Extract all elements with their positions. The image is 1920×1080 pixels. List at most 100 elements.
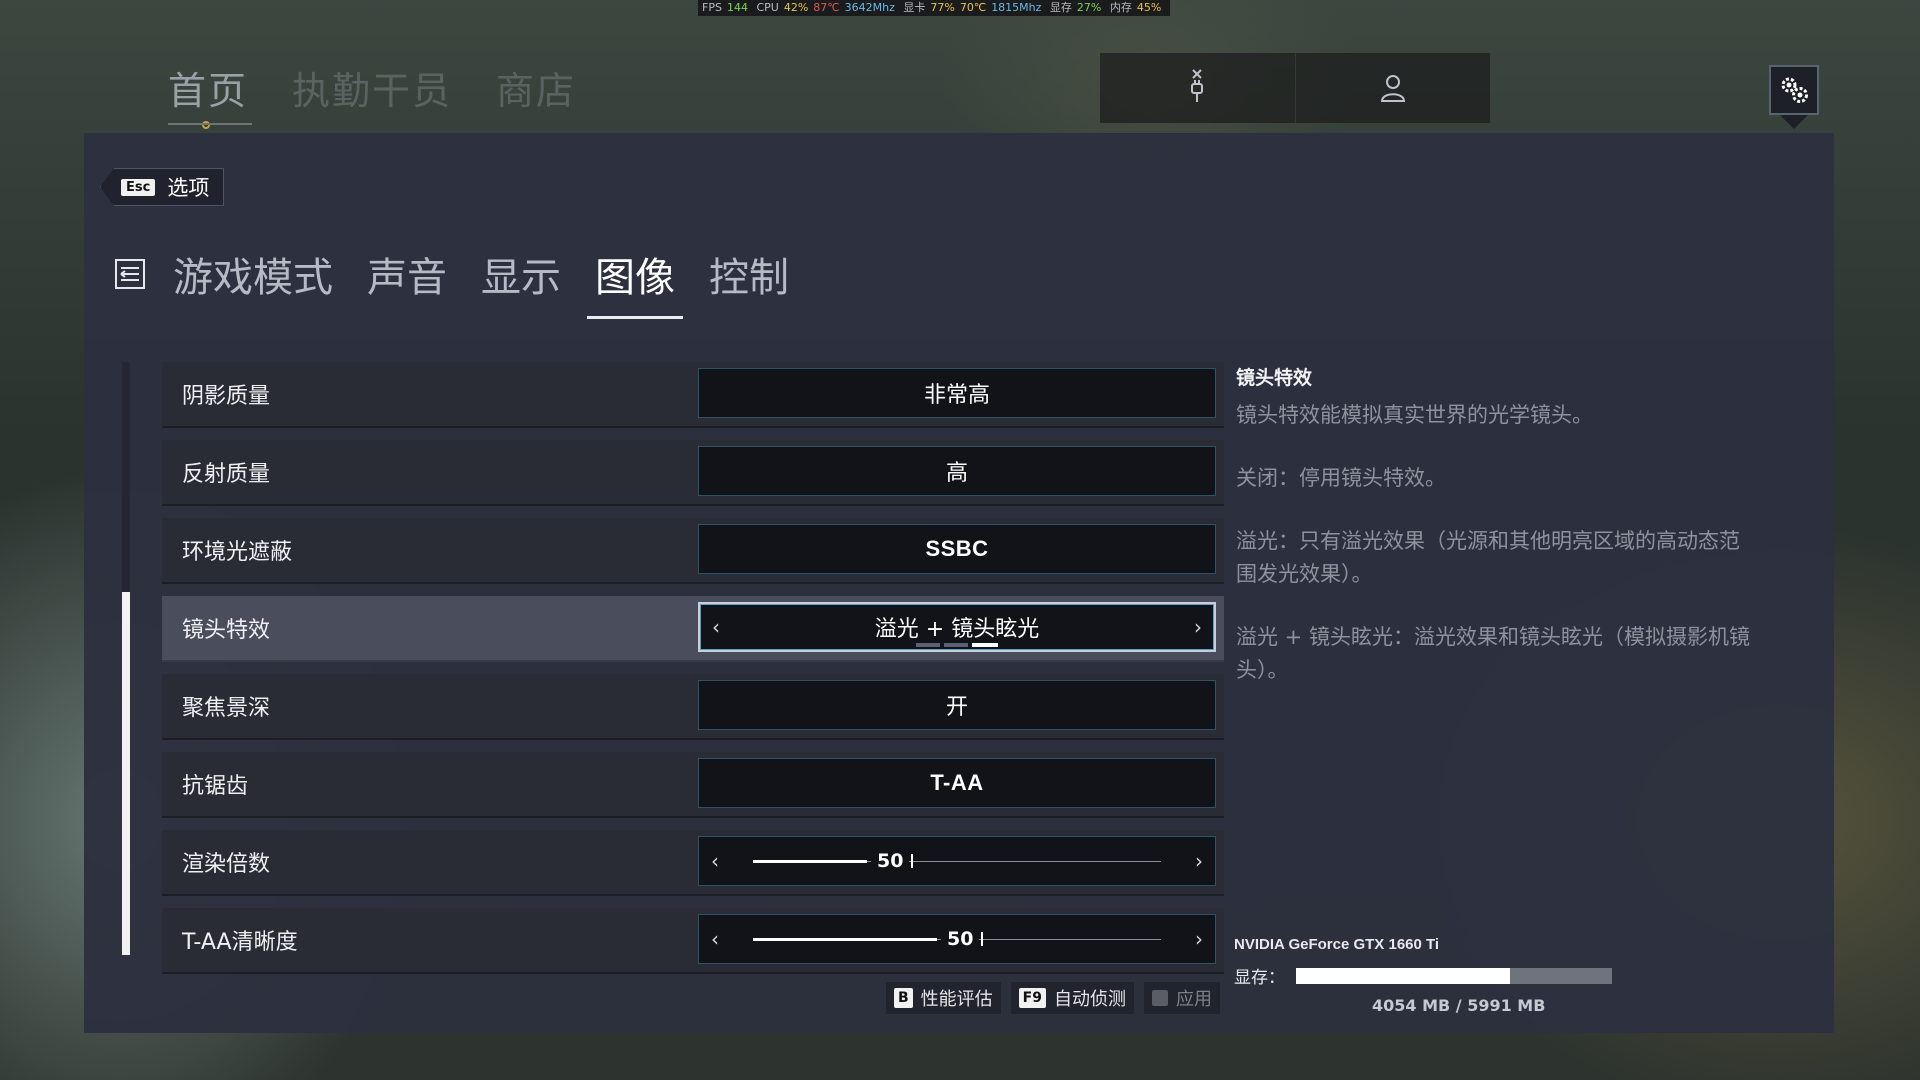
setting-anti-aliasing[interactable]: 抗锯齿 T-AA bbox=[162, 752, 1224, 818]
plug-icon bbox=[1191, 69, 1204, 102]
option-pip bbox=[944, 643, 968, 647]
setting-ambient-occlusion[interactable]: 环境光遮蔽 SSBC bbox=[162, 518, 1224, 584]
footer-actions: B 性能评估 F9 自动侦测 应用 bbox=[886, 982, 1220, 1014]
autodetect-button[interactable]: F9 自动侦测 bbox=[1010, 982, 1134, 1014]
tab-graphics[interactable]: 图像 bbox=[587, 245, 683, 319]
tab-display[interactable]: 显示 bbox=[477, 245, 565, 303]
setting-description: 镜头特效 镜头特效能模拟真实世界的光学镜头。 关闭：停用镜头特效。 溢光：只有溢… bbox=[1236, 362, 1756, 717]
setting-value: 非常高 bbox=[923, 383, 990, 408]
fps-value: 144 bbox=[726, 1, 748, 14]
gear-icon bbox=[1781, 77, 1808, 103]
chevron-right-icon[interactable]: › bbox=[1195, 927, 1203, 951]
gpu-info: NVIDIA GeForce GTX 1660 Ti 显存： 4054 MB /… bbox=[1234, 936, 1614, 1015]
setting-value: SSBC bbox=[925, 536, 989, 561]
chevron-right-icon[interactable]: › bbox=[1194, 615, 1202, 639]
cpu-clock: 3642Mhz bbox=[844, 1, 895, 14]
setting-reflection-quality[interactable]: 反射质量 高 bbox=[162, 440, 1224, 506]
nav-shop[interactable]: 商店 bbox=[496, 60, 576, 115]
setting-value-selector[interactable]: ‹ 溢光 + 镜头眩光 › bbox=[698, 602, 1216, 652]
vram-row: 显存： bbox=[1234, 963, 1614, 988]
options-list-icon bbox=[115, 259, 145, 289]
description-text: 溢光 + 镜头眩光：溢光效果和镜头眩光（模拟摄影机镜头）。 bbox=[1236, 625, 1750, 682]
setting-shadow-quality[interactable]: 阴影质量 非常高 bbox=[162, 362, 1224, 428]
cpu-usage: 42% bbox=[783, 1, 809, 14]
description-text: 溢光：只有溢光效果（光源和其他明亮区域的高动态范围发光效果）。 bbox=[1236, 529, 1740, 586]
esc-key-hint: Esc bbox=[121, 178, 156, 196]
chevron-right-icon[interactable]: › bbox=[1195, 849, 1203, 873]
tab-audio[interactable]: 声音 bbox=[363, 245, 451, 303]
performance-overlay: FPS 144 CPU 42% 87℃ 3642Mhz 显卡 77% 70℃ 1815Mhz … bbox=[698, 0, 1171, 16]
setting-slider[interactable]: ‹ 50 › bbox=[698, 836, 1216, 886]
gpu-name: NVIDIA GeForce GTX 1660 Ti bbox=[1234, 936, 1440, 953]
option-pip bbox=[916, 643, 940, 647]
vram-usage-text: 4054 MB / 5991 MB bbox=[1372, 996, 1546, 1015]
slider-handle[interactable] bbox=[911, 854, 913, 868]
description-text: 镜头特效能模拟真实世界的光学镜头。 bbox=[1236, 403, 1593, 427]
nav-operators[interactable]: 执勤干员 bbox=[292, 60, 452, 115]
chevron-left-icon[interactable]: ‹ bbox=[712, 615, 720, 639]
tab-controls[interactable]: 控制 bbox=[705, 245, 793, 303]
fps-label: FPS bbox=[702, 1, 722, 14]
setting-label: 环境光遮蔽 bbox=[182, 540, 293, 565]
setting-label: 镜头特效 bbox=[182, 618, 271, 643]
setting-label: 阴影质量 bbox=[182, 384, 271, 409]
vram-usage: 27% bbox=[1076, 1, 1102, 14]
key-hint: B bbox=[894, 988, 913, 1008]
setting-value: 高 bbox=[945, 461, 968, 486]
setting-value: 开 bbox=[945, 695, 968, 720]
description-text: 关闭：停用镜头特效。 bbox=[1236, 466, 1446, 490]
slider-handle[interactable] bbox=[981, 932, 983, 946]
key-hint-icon bbox=[1151, 990, 1168, 1006]
vram-label: 显存： bbox=[1234, 968, 1285, 988]
profile-button[interactable] bbox=[1294, 53, 1491, 123]
back-label: 选项 bbox=[167, 176, 210, 200]
setting-value: 溢光 + 镜头眩光 bbox=[874, 617, 1040, 642]
setting-value-selector[interactable]: 非常高 bbox=[698, 368, 1216, 418]
chevron-left-icon[interactable]: ‹ bbox=[711, 849, 719, 873]
gpu-usage: 77% bbox=[930, 1, 955, 14]
cpu-temp: 87℃ bbox=[813, 1, 840, 14]
setting-taa-sharpness[interactable]: T-AA清晰度 ‹ 50 › bbox=[162, 908, 1224, 974]
setting-value-selector[interactable]: T-AA bbox=[698, 758, 1216, 808]
gpu-clock: 1815Mhz bbox=[991, 1, 1042, 14]
apply-button[interactable]: 应用 bbox=[1143, 982, 1220, 1014]
button-label: 应用 bbox=[1175, 989, 1212, 1010]
setting-label: 渲染倍数 bbox=[182, 852, 271, 877]
setting-value-selector[interactable]: SSBC bbox=[698, 524, 1216, 574]
setting-label: T-AA清晰度 bbox=[182, 930, 298, 955]
button-label: 自动侦测 bbox=[1053, 989, 1126, 1010]
benchmark-button[interactable]: B 性能评估 bbox=[886, 982, 1001, 1014]
scrollbar-thumb[interactable] bbox=[122, 592, 130, 955]
setting-render-scaling[interactable]: 渲染倍数 ‹ 50 › bbox=[162, 830, 1224, 896]
nav-home-label: 首页 bbox=[168, 69, 249, 113]
gpu-label: 显卡 bbox=[903, 1, 926, 14]
key-hint: F9 bbox=[1018, 988, 1046, 1008]
description-title: 镜头特效 bbox=[1236, 367, 1313, 389]
slider-fill bbox=[753, 938, 937, 941]
setting-label: 抗锯齿 bbox=[182, 774, 249, 799]
disconnect-button[interactable] bbox=[1100, 53, 1295, 123]
vram-used-fill bbox=[1296, 967, 1510, 984]
top-status-box bbox=[1100, 53, 1490, 123]
chevron-left-icon[interactable]: ‹ bbox=[711, 927, 719, 951]
mem-usage: 45% bbox=[1136, 1, 1162, 14]
tab-gameplay[interactable]: 游戏模式 bbox=[169, 245, 337, 303]
user-icon bbox=[1380, 75, 1405, 102]
setting-value-selector[interactable]: 开 bbox=[698, 680, 1216, 730]
options-tabs: 游戏模式 声音 显示 图像 控制 bbox=[115, 245, 819, 319]
setting-depth-of-field[interactable]: 聚焦景深 开 bbox=[162, 674, 1224, 740]
setting-slider[interactable]: ‹ 50 › bbox=[698, 914, 1216, 964]
back-button[interactable]: Esc 选项 bbox=[100, 168, 224, 206]
slider-track[interactable]: 50 bbox=[753, 915, 1161, 963]
cpu-label: CPU bbox=[756, 1, 779, 14]
setting-lens-effects[interactable]: 镜头特效 ‹ 溢光 + 镜头眩光 › bbox=[162, 596, 1224, 662]
top-nav: 首页 执勤干员 商店 bbox=[168, 60, 576, 129]
slider-track[interactable]: 50 bbox=[753, 837, 1161, 885]
setting-label: 反射质量 bbox=[182, 462, 271, 487]
setting-value: T-AA bbox=[930, 770, 984, 795]
vram-usage-bar bbox=[1296, 967, 1612, 984]
notification-dot bbox=[202, 121, 210, 129]
setting-value-selector[interactable]: 高 bbox=[698, 446, 1216, 496]
nav-home[interactable]: 首页 bbox=[168, 60, 253, 129]
settings-button[interactable] bbox=[1769, 65, 1819, 115]
